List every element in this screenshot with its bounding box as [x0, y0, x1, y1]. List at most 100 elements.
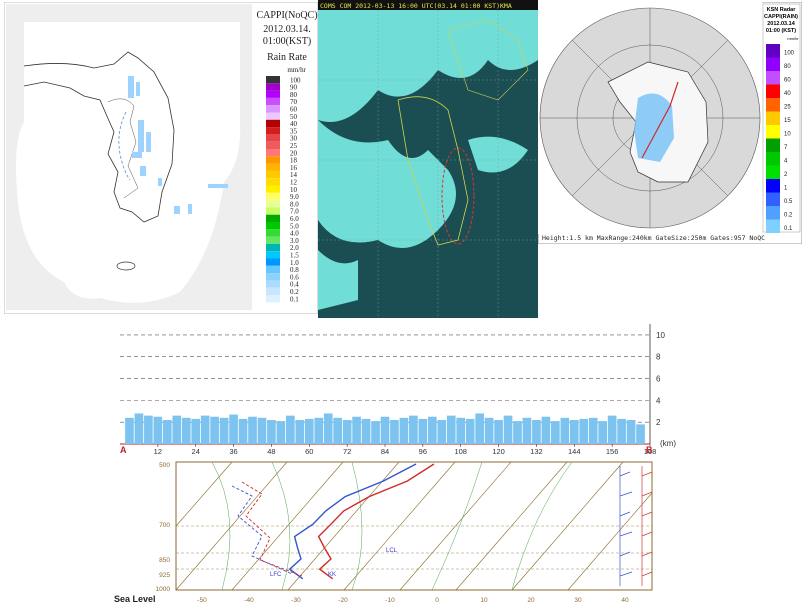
reflectivity-bar	[522, 417, 532, 444]
reflectivity-bar	[304, 418, 314, 444]
reflectivity-bar	[210, 416, 219, 444]
reflectivity-bar	[295, 420, 305, 444]
temperature-labels: -50 -40 -30 -20 -10 0 10 20 30 40	[197, 597, 629, 604]
cross-section-svg: 24681012 24 36 48 60 72 84 96 108 120 132 144 156 168…	[120, 324, 676, 456]
reflectivity-bar	[125, 417, 134, 444]
colorbar-swatch	[266, 273, 280, 281]
reflectivity-bar	[191, 418, 201, 444]
colorbar-swatch	[266, 214, 280, 222]
colorbar-swatch	[266, 170, 280, 179]
pressure-label: 1000	[156, 586, 171, 593]
y-tick-label: 8	[656, 353, 661, 362]
reflectivity-bar	[371, 421, 380, 444]
colorbar-swatch	[266, 97, 280, 106]
y-tick-label: 4	[656, 396, 661, 405]
reflectivity-bar	[418, 418, 428, 444]
colorbar-swatch	[766, 152, 780, 166]
reflectivity-bar	[617, 418, 626, 444]
colorbar-swatch	[266, 265, 280, 274]
y-tick-label: 10	[656, 331, 665, 340]
panel-a-legend-title: CAPPI(NoQC)	[256, 10, 317, 21]
reflectivity-bar	[219, 417, 229, 444]
colorbar-label: 25	[784, 105, 791, 111]
x-tick-label: 132	[530, 447, 543, 456]
colorbar-swatch	[766, 179, 780, 193]
reflectivity-bar	[134, 413, 144, 444]
reflectivity-bar	[494, 420, 503, 444]
colorbar-swatch	[266, 83, 280, 91]
reflectivity-bar	[569, 420, 579, 444]
temperature-label: 40	[621, 597, 629, 604]
reflectivity-bar	[399, 417, 409, 444]
colorbar-swatch	[266, 200, 280, 208]
y-tick-label: 2	[656, 418, 661, 427]
colorbar-swatch	[266, 134, 280, 142]
temperature-label: -30	[291, 597, 301, 604]
reflectivity-bar	[427, 416, 437, 444]
x-tick-label: 72	[343, 447, 351, 456]
colorbar-swatch	[266, 243, 280, 252]
colorbar-swatch	[766, 192, 780, 206]
panel-c-date: 2012.03.14	[767, 21, 795, 27]
x-tick-label: 48	[267, 447, 275, 456]
temperature-label: 0	[435, 597, 439, 604]
reflectivity-bar	[181, 417, 191, 444]
temperature-label: -40	[244, 597, 254, 604]
reflectivity-bar	[579, 418, 589, 444]
colorbar-swatch	[266, 119, 280, 128]
colorbar-label: 0.5	[784, 199, 793, 205]
x-tick-label: 108	[454, 447, 467, 456]
reflectivity-bar	[446, 415, 456, 444]
panel-c-unit: mm/hr	[787, 36, 799, 41]
pressure-label: 700	[159, 522, 170, 529]
reflectivity-bar	[541, 416, 551, 444]
temperature-label: -20	[338, 597, 348, 604]
satellite-header: COMS COM 2012-03-13 16:00 UTC(03.14 01:0…	[320, 2, 512, 10]
cross-section-chart: 2 4 6 8 10 12 24 36 48 60 72 84 96 108 120 132 144 156 168…	[112, 322, 690, 456]
reflectivity-bar	[513, 421, 522, 444]
colorbar-label: 15	[784, 118, 791, 124]
colorbar-label: 40	[784, 91, 791, 97]
reflectivity-bar	[626, 420, 636, 444]
reflectivity-bar	[380, 416, 390, 444]
kk-mark: KK	[328, 572, 336, 578]
panel-a-time: 01:00(KST)	[263, 36, 311, 47]
pressure-label: 850	[159, 557, 170, 564]
colorbar-label: 10	[784, 132, 791, 138]
panel-a-date: 2012.03.14.	[263, 24, 311, 35]
panel-a-svg: CAPPI(NoQC) 2012.03.14. 01:00(KST) Rain …	[3, 1, 319, 315]
reflectivity-bar	[456, 417, 466, 444]
reflectivity-bar	[238, 418, 248, 444]
reflectivity-bar	[532, 420, 541, 444]
panel-c-footer: Height:1.5 km MaxRange:240km GateSize:25…	[542, 234, 765, 242]
panel-b-satellite: COMS COM 2012-03-13 16:00 UTC(03.14 01:0…	[318, 0, 538, 318]
temperature-label: 30	[574, 597, 582, 604]
reflectivity-bar	[560, 417, 570, 444]
colorbar-swatch	[266, 222, 280, 230]
skewt-diagram: 500 700 850 925 1000 -50 -40 -30 -20 -10 0 10 20 30 4…	[112, 456, 804, 606]
colorbar-swatch	[766, 125, 780, 139]
colorbar-label: 0.1	[290, 295, 299, 303]
colorbar-swatch	[266, 127, 280, 135]
colorbar-label: 60	[784, 78, 791, 84]
reflectivity-bar	[390, 420, 399, 444]
reflectivity-bar	[323, 413, 333, 444]
y-tick-label: 6	[656, 375, 661, 384]
panel-c-title-1: KSN Radar	[767, 7, 797, 13]
temperature-label: -50	[197, 597, 207, 604]
temperature-label: 20	[527, 597, 535, 604]
colorbar-swatch	[266, 207, 280, 215]
colorbar-swatch	[766, 98, 780, 112]
colorbar-swatch	[266, 295, 280, 303]
colorbar-label: 0.2	[784, 213, 793, 219]
colorbar-swatch	[266, 90, 280, 98]
pressure-label: 500	[159, 462, 170, 469]
panel-c-radar: Height:1.5 km MaxRange:240km GateSize:25…	[537, 1, 803, 245]
colorbar-swatch	[766, 138, 780, 152]
x-tick-label: 120	[492, 447, 505, 456]
colorbar-label: 100	[784, 51, 795, 57]
colorbar-swatch	[766, 206, 780, 220]
colorbar-swatch	[266, 156, 280, 164]
x-tick-label: 36	[229, 447, 237, 456]
colorbar-swatch	[266, 185, 280, 193]
